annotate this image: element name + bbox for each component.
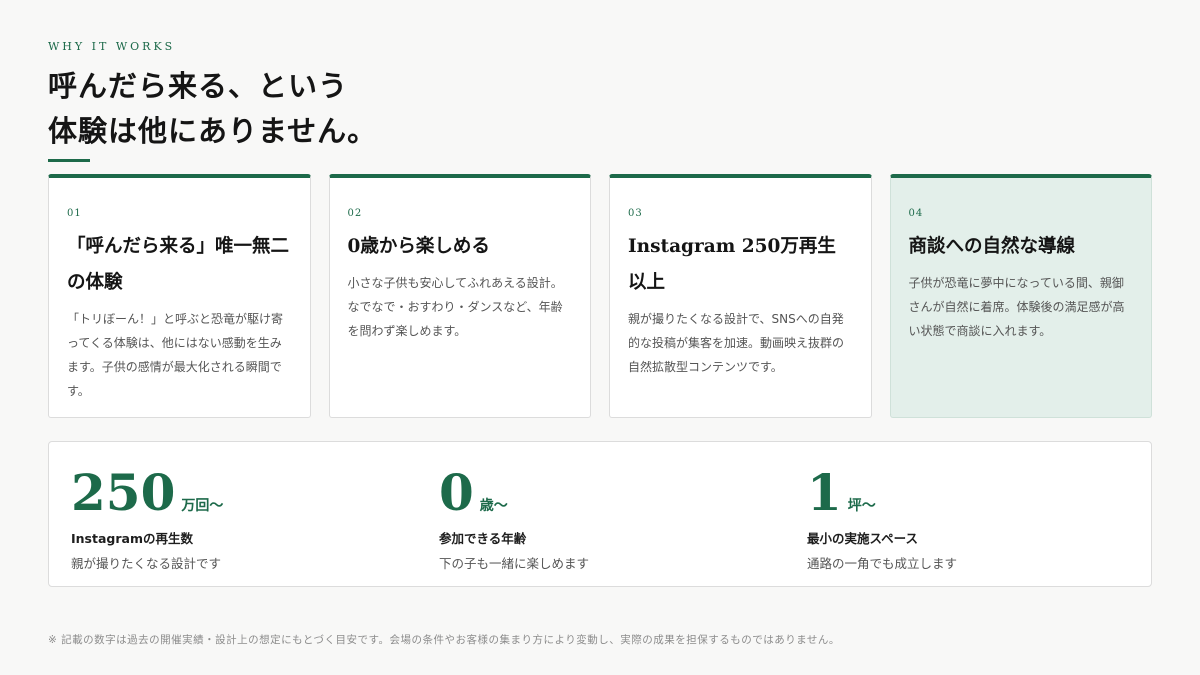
card-number: 01 [67, 208, 82, 219]
feature-card-3: 03 Instagram 250万再生以上 親が撮りたくなる設計で、SNSへの自… [609, 174, 872, 418]
eyebrow: WHY IT WORKS [48, 40, 176, 53]
card-title: 商談への自然な導線 [908, 236, 1076, 257]
stat-unit: 万回〜 [181, 498, 224, 514]
stat-value: 1 [807, 463, 842, 522]
stat-label: Instagramの再生数 [71, 531, 193, 546]
stat-label: 最小の実施スペース [807, 531, 919, 546]
title-underline [48, 159, 90, 162]
page-title-line-1: 呼んだら来る、という [48, 69, 349, 103]
stat-label: 参加できる年齢 [439, 531, 527, 546]
page-title: 呼んだら来る、という 体験は他にありません。 [48, 64, 377, 154]
feature-card-2: 02 0歳から楽しめる 小さな子供も安心してふれあえる設計。なでなで・おすわり・… [328, 174, 591, 418]
stat-views: 250 万回〜 Instagramの再生数 親が撮りたくなる設計です [71, 464, 223, 572]
stats-panel: 250 万回〜 Instagramの再生数 親が撮りたくなる設計です 0 歳〜 … [48, 441, 1152, 587]
feature-cards: 01 「呼んだら来る」唯一無二の体験 「トリぼーん！」と呼ぶと恐竜が駆け寄ってく… [48, 174, 1152, 418]
card-title: 「呼んだら来る」唯一無二の体験 [67, 236, 290, 293]
stat-description: 下の子も一緒に楽しめます [439, 556, 590, 571]
feature-card-4: 04 商談への自然な導線 子供が恐竜に夢中になっている間、親御さんが自然に着席。… [889, 174, 1152, 418]
card-text: 親が撮りたくなる設計で、SNSへの自発的な投稿が集客を加速。動画映え抜群の自然拡… [628, 312, 845, 374]
stat-value: 0 [439, 463, 474, 522]
disclaimer-footnote: ※ 記載の数字は過去の開催実績・設計上の想定にもとづく目安です。会場の条件やお客… [48, 634, 840, 646]
stat-space: 1 坪〜 最小の実施スペース 通路の一角でも成立します [807, 464, 957, 572]
stat-description: 親が撮りたくなる設計です [71, 556, 222, 571]
stat-unit: 坪〜 [847, 498, 876, 514]
page-title-line-2: 体験は他にありません。 [48, 114, 378, 148]
card-text: 「トリぼーん！」と呼ぶと恐竜が駆け寄ってくる体験は、他にはない感動を生みます。子… [67, 312, 284, 398]
card-number: 03 [628, 208, 643, 219]
stat-value: 250 [71, 463, 176, 522]
card-number: 02 [347, 208, 363, 219]
feature-card-1: 01 「呼んだら来る」唯一無二の体験 「トリぼーん！」と呼ぶと恐竜が駆け寄ってく… [48, 174, 311, 418]
stat-unit: 歳〜 [479, 498, 508, 514]
card-title: Instagram 250万再生以上 [628, 236, 836, 293]
card-title: 0歳から楽しめる [347, 236, 490, 257]
stat-description: 通路の一角でも成立します [807, 556, 958, 571]
stat-age: 0 歳〜 参加できる年齢 下の子も一緒に楽しめます [439, 464, 589, 572]
card-number: 04 [908, 208, 924, 219]
card-text: 小さな子供も安心してふれあえる設計。なでなで・おすわり・ダンスなど、年齢を問わず… [347, 276, 563, 338]
card-text: 子供が恐竜に夢中になっている間、親御さんが自然に着席。体験後の満足感が高い状態で… [908, 276, 1125, 338]
